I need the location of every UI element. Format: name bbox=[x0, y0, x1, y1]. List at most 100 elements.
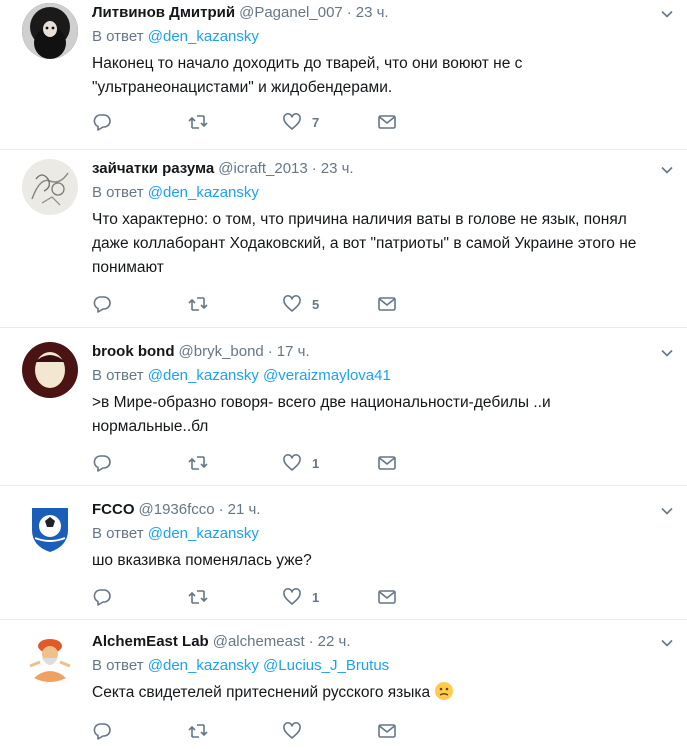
reply-prefix: В ответ bbox=[92, 367, 144, 384]
reply-prefix: В ответ bbox=[92, 525, 144, 542]
author-handle[interactable]: @1936fcco bbox=[139, 500, 215, 520]
reply-icon bbox=[93, 296, 111, 313]
like-count: 5 bbox=[312, 296, 320, 312]
tweet-text: >в Мире-образно говоря- всего две национ… bbox=[92, 394, 551, 435]
reply-icon bbox=[93, 455, 111, 472]
author-name[interactable]: Литвинов Дмитрий bbox=[92, 3, 235, 23]
retweet-button[interactable] bbox=[187, 112, 282, 132]
heart-icon bbox=[283, 295, 301, 312]
reply-context: В ответ @den_kazansky @veraizmaylova41 bbox=[92, 366, 667, 386]
separator-dot: · bbox=[346, 4, 352, 21]
retweet-icon bbox=[188, 724, 208, 738]
timestamp[interactable]: 22 ч. bbox=[318, 632, 351, 652]
author-handle[interactable]: @Paganel_007 bbox=[239, 3, 343, 23]
reply-icon bbox=[93, 589, 111, 606]
direct-message-button[interactable] bbox=[377, 112, 472, 132]
like-button[interactable]: 5 bbox=[282, 294, 377, 314]
direct-message-button[interactable] bbox=[377, 294, 472, 314]
reply-prefix: В ответ bbox=[92, 657, 144, 674]
tweet[interactable]: AlchemEast Lab @alchemeast · 22 ч. В отв… bbox=[0, 620, 687, 749]
reply-prefix: В ответ bbox=[92, 28, 144, 45]
tweet-text-row: Секта свидетелей притеснений русского яз… bbox=[92, 681, 667, 705]
tweet-actions bbox=[92, 721, 667, 741]
reply-context: В ответ @den_kazansky bbox=[92, 27, 667, 47]
like-button[interactable]: 7 bbox=[282, 112, 377, 132]
tweet-actions: 7 bbox=[92, 112, 667, 132]
mention-link[interactable]: @veraizmaylova41 bbox=[263, 367, 391, 384]
mention-link[interactable]: @den_kazansky bbox=[148, 367, 259, 384]
mention-link[interactable]: @den_kazansky bbox=[148, 525, 259, 542]
like-count: 1 bbox=[312, 455, 320, 471]
mention-link[interactable]: @den_kazansky bbox=[148, 657, 259, 674]
timestamp[interactable]: 17 ч. bbox=[277, 342, 310, 362]
author-handle[interactable]: @icraft_2013 bbox=[218, 159, 307, 179]
reply-button[interactable] bbox=[92, 587, 187, 607]
direct-message-button[interactable] bbox=[377, 721, 472, 741]
reply-button[interactable] bbox=[92, 112, 187, 132]
reply-button[interactable] bbox=[92, 453, 187, 473]
like-count: 1 bbox=[312, 589, 320, 605]
separator-dot: · bbox=[267, 343, 273, 360]
retweet-button[interactable] bbox=[187, 721, 282, 741]
like-count: 7 bbox=[312, 114, 320, 130]
avatar[interactable] bbox=[22, 342, 78, 398]
author-handle[interactable]: @alchemeast bbox=[213, 632, 305, 652]
author-name[interactable]: brook bond bbox=[92, 342, 175, 362]
reply-context: В ответ @den_kazansky bbox=[92, 524, 667, 544]
reply-context: В ответ @den_kazansky bbox=[92, 183, 667, 203]
author-handle[interactable]: @bryk_bond bbox=[179, 342, 264, 362]
mention-link[interactable]: @Lucius_J_Brutus bbox=[263, 657, 389, 674]
reply-button[interactable] bbox=[92, 721, 187, 741]
tweet-header: FCCO @1936fcco · 21 ч. bbox=[92, 500, 667, 520]
avatar[interactable] bbox=[22, 500, 78, 556]
timestamp[interactable]: 23 ч. bbox=[321, 159, 354, 179]
envelope-icon bbox=[378, 115, 396, 129]
like-button[interactable]: 1 bbox=[282, 453, 377, 473]
tweet-actions: 5 bbox=[92, 294, 667, 314]
timestamp[interactable]: 23 ч. bbox=[356, 3, 389, 23]
heart-icon bbox=[283, 113, 301, 130]
reply-prefix: В ответ bbox=[92, 184, 144, 201]
chevron-down-icon[interactable] bbox=[661, 8, 673, 20]
reply-icon bbox=[93, 723, 111, 740]
retweet-button[interactable] bbox=[187, 294, 282, 314]
mention-link[interactable]: @den_kazansky bbox=[148, 28, 259, 45]
avatar[interactable] bbox=[22, 632, 78, 688]
retweet-button[interactable] bbox=[187, 587, 282, 607]
avatar[interactable] bbox=[22, 3, 78, 59]
timestamp[interactable]: 21 ч. bbox=[228, 500, 261, 520]
heart-icon bbox=[283, 454, 301, 471]
author-name[interactable]: зайчатки разума bbox=[92, 159, 214, 179]
heart-icon bbox=[283, 722, 301, 739]
chevron-down-icon[interactable] bbox=[661, 637, 673, 649]
chevron-down-icon[interactable] bbox=[661, 505, 673, 517]
tweet[interactable]: FCCO @1936fcco · 21 ч. В ответ @den_kaza… bbox=[0, 486, 687, 620]
separator-dot: · bbox=[308, 633, 314, 650]
like-button[interactable]: 1 bbox=[282, 587, 377, 607]
mention-link[interactable]: @den_kazansky bbox=[148, 184, 259, 201]
retweet-icon bbox=[188, 115, 208, 129]
avatar[interactable] bbox=[22, 159, 78, 215]
tweet[interactable]: brook bond @bryk_bond · 17 ч. В ответ @d… bbox=[0, 328, 687, 486]
confused-face-emoji-icon bbox=[435, 682, 454, 700]
author-name[interactable]: AlchemEast Lab bbox=[92, 632, 209, 652]
direct-message-button[interactable] bbox=[377, 587, 472, 607]
envelope-icon bbox=[378, 724, 396, 738]
tweet-actions: 1 bbox=[92, 453, 667, 473]
chevron-down-icon[interactable] bbox=[661, 347, 673, 359]
tweet[interactable]: Литвинов Дмитрий @Paganel_007 · 23 ч. В … bbox=[0, 0, 687, 150]
tweet-text: Наконец то начало доходить до тварей, чт… bbox=[92, 55, 523, 96]
like-button[interactable] bbox=[282, 721, 377, 741]
tweet[interactable]: зайчатки разума @icraft_2013 · 23 ч. В о… bbox=[0, 150, 687, 328]
tweet-header: зайчатки разума @icraft_2013 · 23 ч. bbox=[92, 159, 667, 179]
retweet-icon bbox=[188, 297, 208, 311]
author-name[interactable]: FCCO bbox=[92, 500, 135, 520]
tweet-text: Секта свидетелей притеснений русского яз… bbox=[92, 684, 431, 701]
direct-message-button[interactable] bbox=[377, 453, 472, 473]
heart-icon bbox=[283, 588, 301, 605]
reply-button[interactable] bbox=[92, 294, 187, 314]
tweet-actions: 1 bbox=[92, 587, 667, 607]
envelope-icon bbox=[378, 456, 396, 470]
retweet-button[interactable] bbox=[187, 453, 282, 473]
chevron-down-icon[interactable] bbox=[661, 164, 673, 176]
